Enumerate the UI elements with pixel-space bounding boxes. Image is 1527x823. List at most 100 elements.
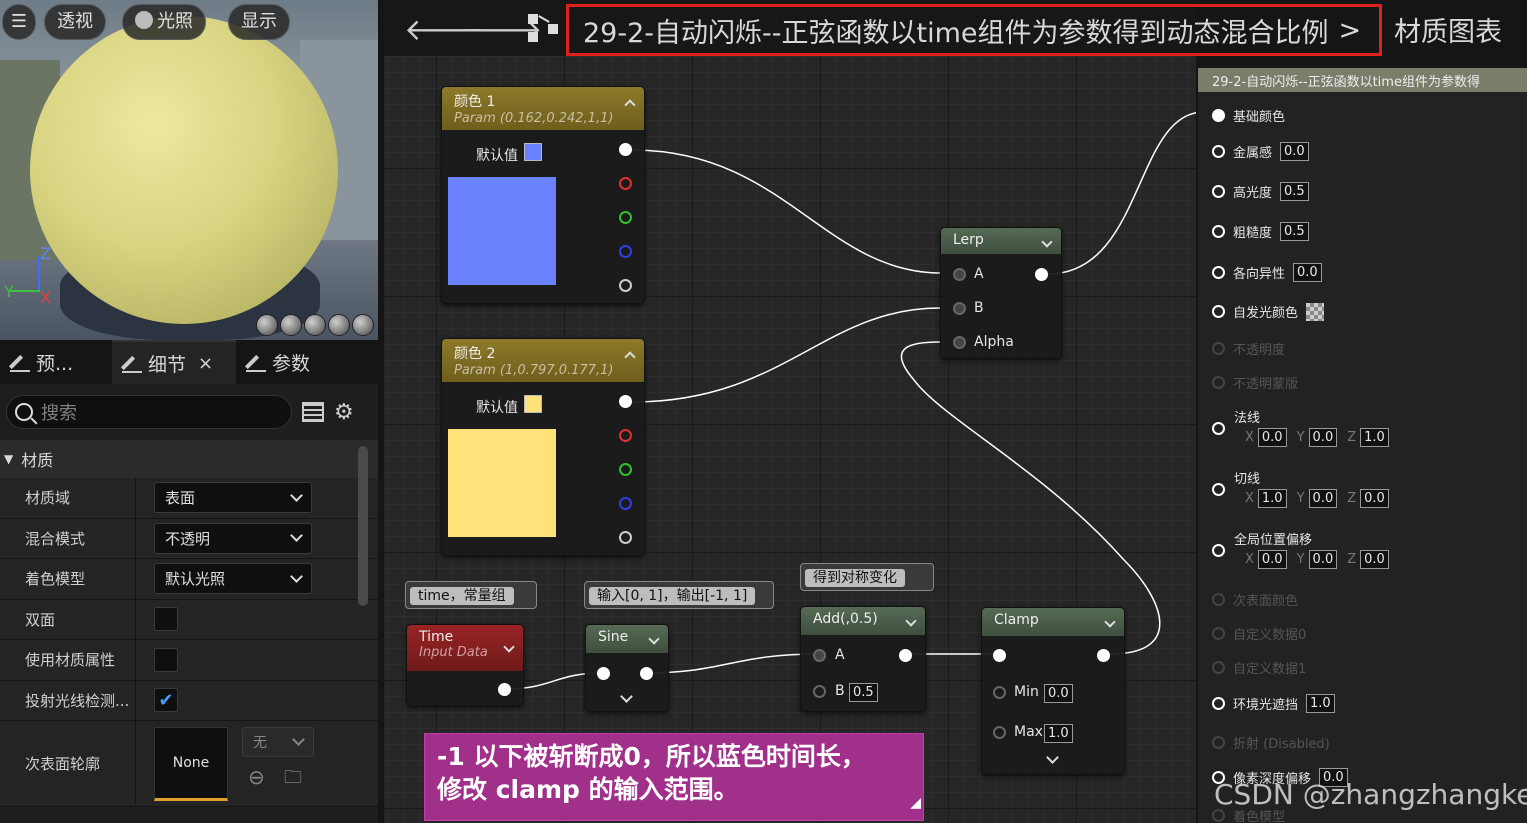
comment-add[interactable]: 得到对称变化 [800,563,934,591]
cube-icon[interactable] [328,314,350,336]
output-rgb-pin[interactable] [619,395,632,408]
material-preview-viewport[interactable]: ☰ 透视 光照 显示 Z Y X [0,0,378,340]
input-pin[interactable] [597,667,610,680]
preview-shape-selector[interactable] [256,314,374,336]
output-pin[interactable] [498,683,511,696]
default-color-swatch[interactable] [524,395,542,413]
input-a-pin[interactable] [953,268,966,281]
node-lerp[interactable]: Lerp A B Alpha [940,227,1062,359]
default-color-swatch[interactable] [524,143,542,161]
node-clamp[interactable]: Clamp Min 0.0 Max 1.0 [981,607,1125,775]
output-b-pin[interactable] [619,497,632,510]
b-value-field[interactable]: 0.5 [849,683,878,702]
input-a-pin[interactable] [813,649,826,662]
output-pin[interactable] [1097,649,1110,662]
node-add[interactable]: Add(,0.5) A B 0.5 [800,606,926,712]
output-g-pin[interactable] [619,211,632,224]
output-pin[interactable] [640,667,653,680]
vec-value[interactable]: 0.0 [1360,489,1389,508]
close-icon[interactable]: × [198,353,213,374]
pin-metallic[interactable]: 金属感 0.0 [1212,142,1309,161]
comment-time[interactable]: time，常量组 [405,581,537,609]
node-color1[interactable]: 颜色 1 Param (0.162,0.242,1,1) 默认值 [441,86,645,304]
show-button[interactable]: 显示 [228,4,290,40]
panel-scrollbar[interactable] [358,446,368,606]
pin-value[interactable]: 0.5 [1280,182,1309,201]
resize-handle-icon[interactable]: ◢ [910,787,921,820]
annotation-note[interactable]: -1 以下被斩断成0，所以蓝色时间长， 修改 clamp 的输入范围。 ◢ [424,733,924,821]
tab-preview[interactable]: 预... [0,340,112,384]
input-b-pin[interactable] [953,302,966,315]
graph-hierarchy-icon[interactable] [528,14,560,42]
input-min-pin[interactable] [993,686,1006,699]
output-pin[interactable] [899,649,912,662]
blend-mode-dropdown[interactable]: 不透明 [154,522,312,554]
section-material[interactable]: ▼ 材质 [0,440,378,478]
pin-specular[interactable]: 高光度 0.5 [1212,182,1309,201]
breadcrumb-material[interactable]: 29-2-自动闪烁--正弦函数以time组件为参数得到动态混合比例 [583,11,1329,50]
output-g-pin[interactable] [619,463,632,476]
subsurface-profile-dropdown[interactable]: 无 [242,727,314,757]
pin-roughness[interactable]: 粗糙度 0.5 [1212,222,1309,241]
material-result-node[interactable]: 29-2-自动闪烁--正弦函数以time组件为参数得 基础颜色 金属感 0.0 高… [1197,68,1527,823]
expand-icon[interactable] [620,690,633,703]
pin-normal[interactable] [1212,422,1225,435]
input-pin[interactable] [993,649,1006,662]
vec-value[interactable]: 0.0 [1360,550,1389,569]
pin-world-offset[interactable] [1212,544,1225,557]
perspective-button[interactable]: 透视 [44,4,106,40]
table-view-icon[interactable] [302,402,324,422]
output-r-pin[interactable] [619,429,632,442]
subsurface-profile-thumbnail[interactable]: None [154,726,228,801]
vec-value[interactable]: 0.0 [1257,550,1287,569]
comment-sine[interactable]: 输入[0, 1]，输出[-1, 1] [584,581,774,609]
vec-value[interactable]: 0.0 [1308,550,1338,569]
browse-back-icon[interactable]: ⊖ [248,765,265,789]
pin-tangent[interactable] [1212,483,1225,496]
checker-swatch[interactable] [1306,302,1325,321]
min-value-field[interactable]: 0.0 [1044,684,1073,703]
vec-value[interactable]: 0.0 [1257,428,1287,447]
pin-emissive-color[interactable]: 自发光颜色 [1212,302,1325,321]
chevron-down-icon[interactable] [1104,616,1116,628]
output-a-pin[interactable] [619,531,632,544]
vec-value[interactable]: 0.0 [1308,489,1338,508]
material-domain-dropdown[interactable]: 表面 [154,482,312,514]
output-a-pin[interactable] [619,279,632,292]
two-sided-checkbox[interactable] [154,607,178,632]
node-sine[interactable]: Sine [585,624,669,712]
vec-value[interactable]: 1.0 [1257,489,1287,508]
pin-value[interactable]: 0.0 [1293,263,1322,282]
material-graph-canvas[interactable]: 颜色 1 Param (0.162,0.242,1,1) 默认值 颜色 2 Pa… [384,0,1196,823]
gear-icon[interactable]: ⚙ [334,400,354,425]
output-r-pin[interactable] [619,177,632,190]
breadcrumb[interactable]: 29-2-自动闪烁--正弦函数以time组件为参数得到动态混合比例 > [566,4,1382,56]
output-b-pin[interactable] [619,245,632,258]
chevron-down-icon[interactable] [1041,236,1053,248]
cylinder-icon[interactable] [256,314,278,336]
pin-value[interactable]: 0.0 [1280,142,1309,161]
pin-value[interactable]: 0.5 [1280,222,1309,241]
pin-anisotropy[interactable]: 各向异性 0.0 [1212,263,1322,282]
expand-icon[interactable] [1046,751,1059,764]
browse-folder-icon[interactable]: 🗀 [284,765,302,795]
node-color2[interactable]: 颜色 2 Param (1,0.797,0.177,1) 默认值 [441,338,645,556]
cast-ray-traced-checkbox[interactable]: ✔ [154,688,178,713]
input-b-pin[interactable] [813,685,826,698]
tab-parameters[interactable]: 参数 [236,340,356,384]
teapot-icon[interactable] [352,314,374,336]
plane-icon[interactable] [304,314,326,336]
pin-base-color[interactable]: 基础颜色 [1212,106,1285,125]
output-pin[interactable] [1035,268,1048,281]
max-value-field[interactable]: 1.0 [1044,724,1073,743]
search-input[interactable]: 搜索 [6,395,292,429]
shading-model-dropdown[interactable]: 默认光照 [154,563,312,595]
chevron-down-icon[interactable] [905,615,917,627]
pin-ambient-occlusion[interactable]: 环境光遮挡 1.0 [1212,694,1335,713]
sphere-icon[interactable] [280,314,302,336]
tab-details[interactable]: 细节 × [112,340,236,384]
lighting-button[interactable]: 光照 [122,4,206,40]
output-rgb-pin[interactable] [619,143,632,156]
input-alpha-pin[interactable] [953,336,966,349]
pin-value[interactable]: 1.0 [1306,694,1335,713]
